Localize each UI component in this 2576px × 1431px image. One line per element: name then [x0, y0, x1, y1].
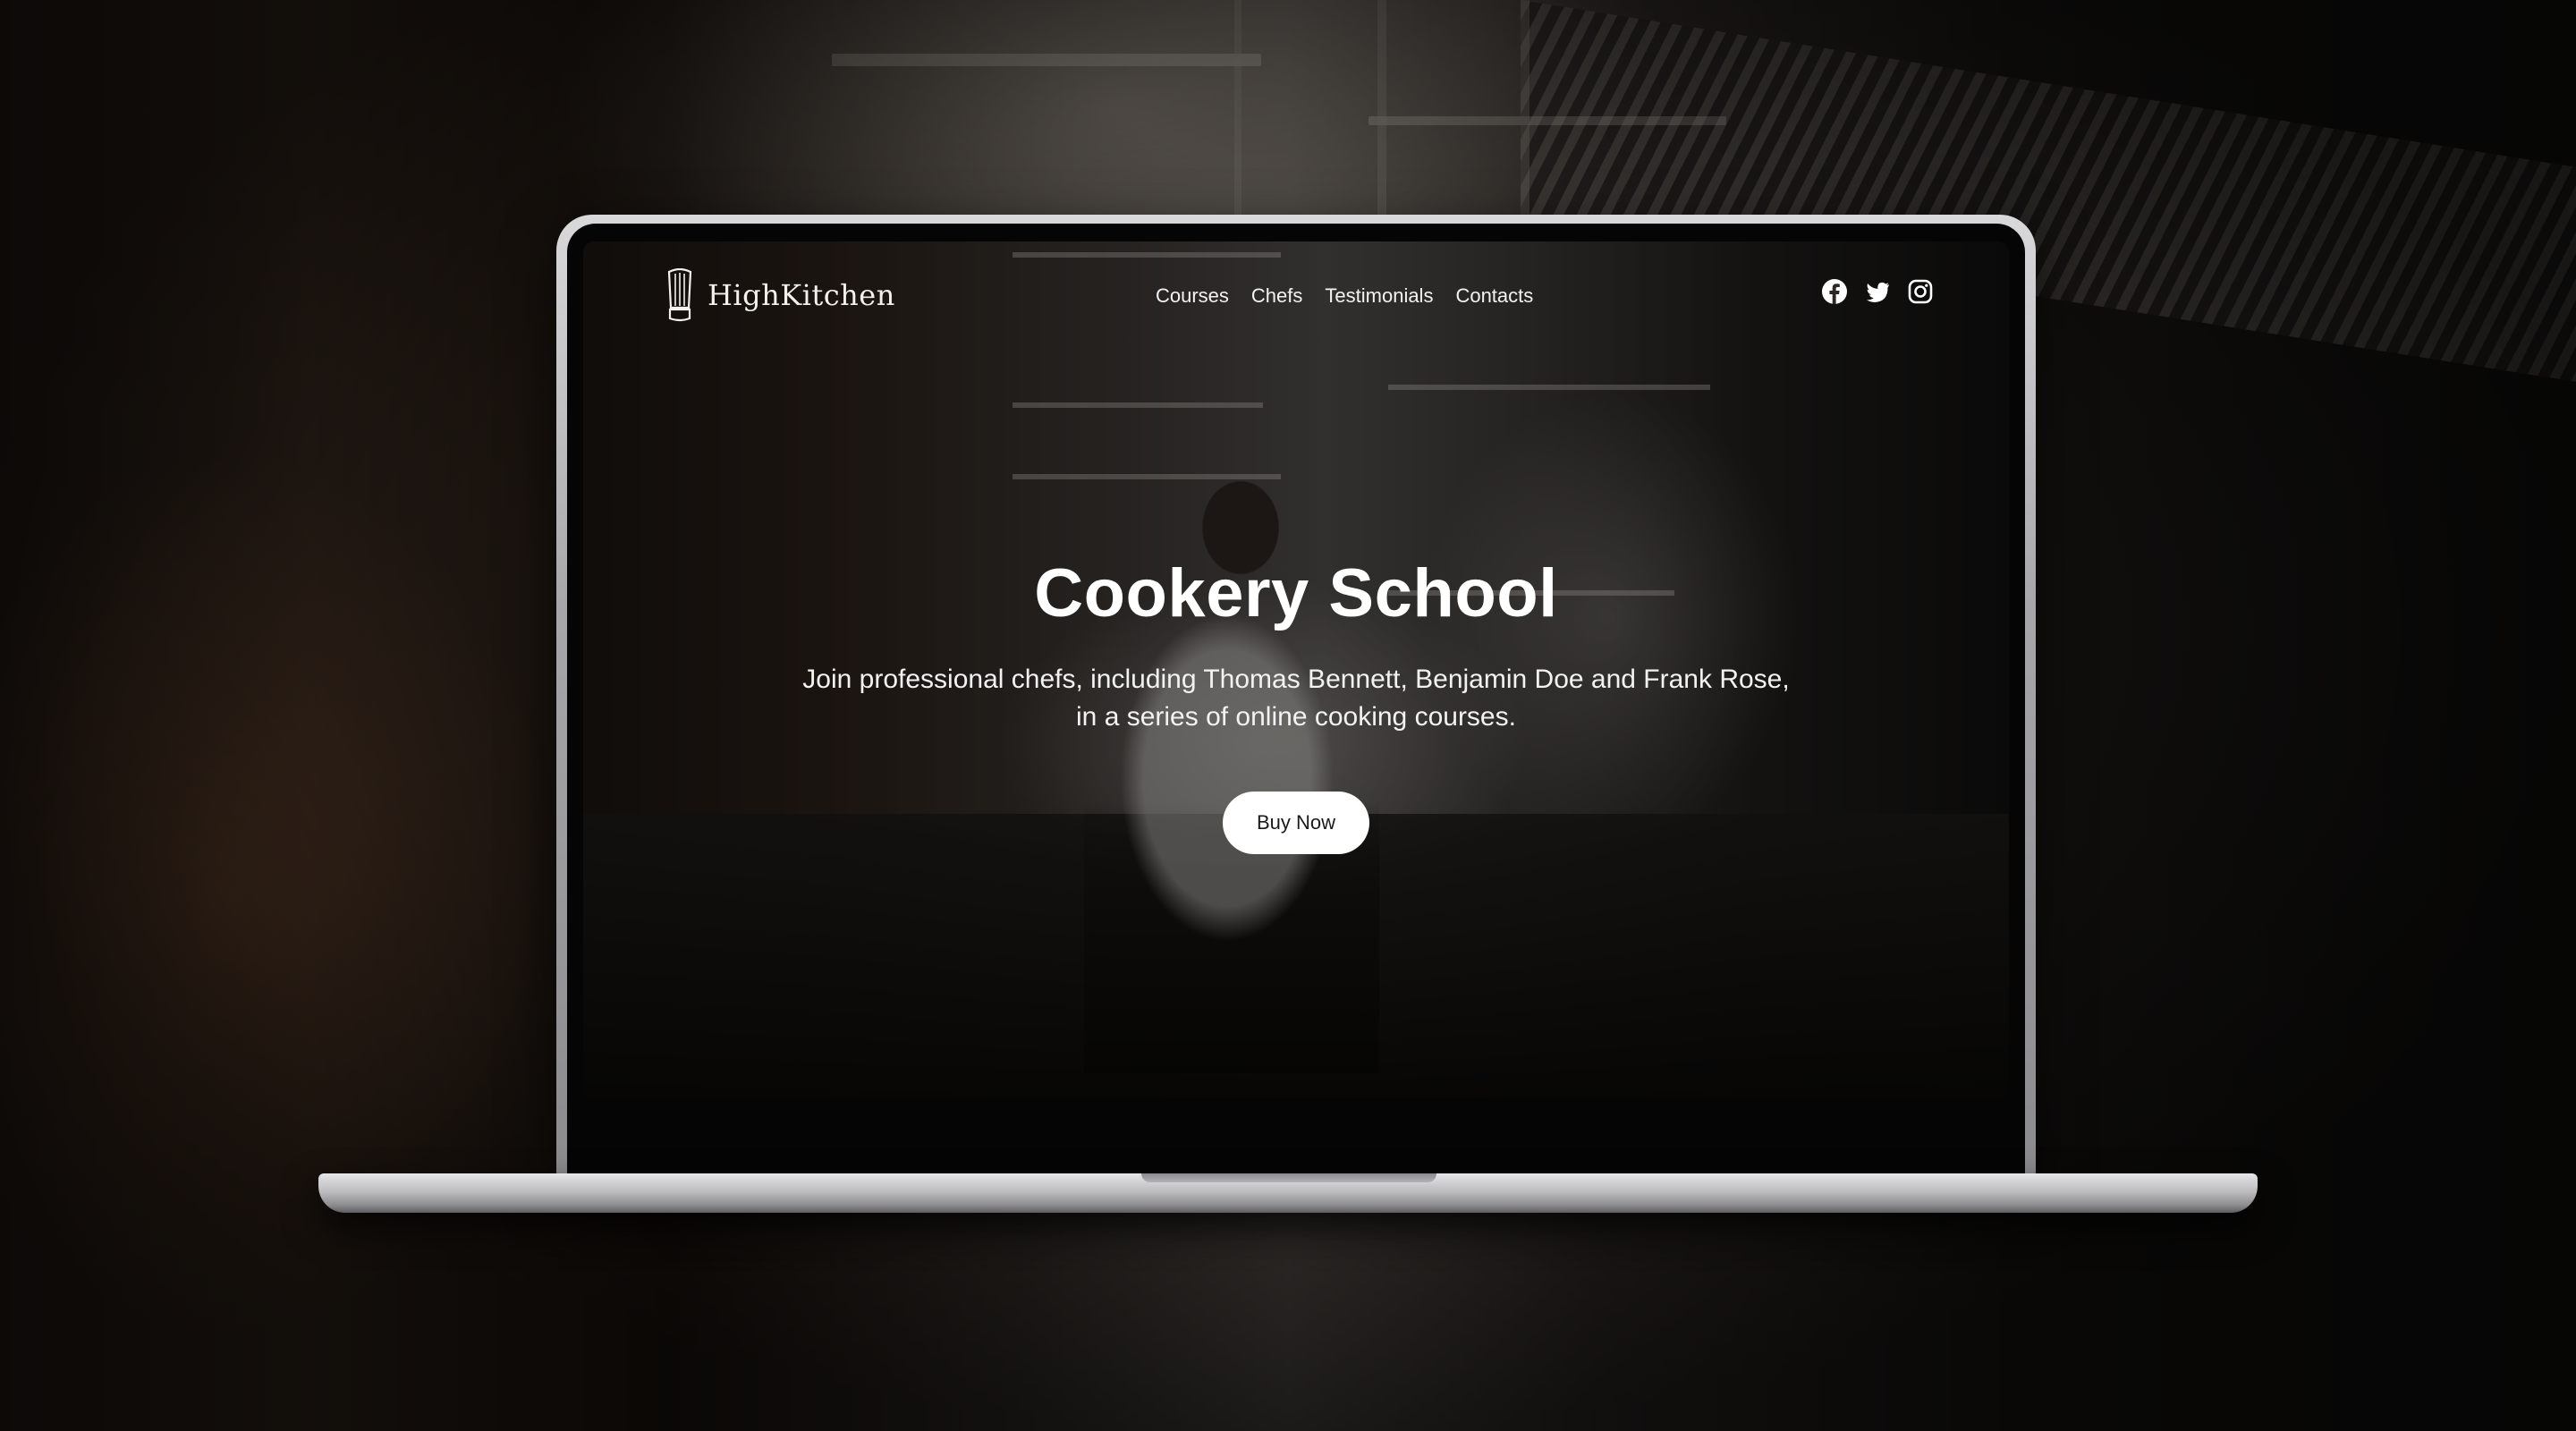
twitter-icon[interactable]	[1864, 278, 1891, 305]
chef-hat-icon	[667, 268, 692, 322]
laptop-bezel: HighKitchen Courses Chefs Testimonials C…	[567, 224, 2025, 1179]
hero-title: Cookery School	[1034, 555, 1558, 631]
nav-item-testimonials[interactable]: Testimonials	[1325, 284, 1433, 308]
laptop-lid: HighKitchen Courses Chefs Testimonials C…	[556, 215, 2036, 1179]
nav-item-contacts[interactable]: Contacts	[1455, 284, 1533, 308]
facebook-icon[interactable]	[1821, 278, 1848, 305]
hero-section: Cookery School Join professional chefs, …	[583, 555, 2009, 854]
main-nav: Courses Chefs Testimonials Contacts	[1156, 284, 1533, 308]
hero-description-line: in a series of online cooking courses.	[1076, 702, 1516, 732]
laptop-base	[318, 1173, 2258, 1213]
laptop-notch	[1141, 1173, 1436, 1182]
social-links	[1821, 278, 1934, 305]
instagram-icon[interactable]	[1907, 278, 1934, 305]
nav-item-courses[interactable]: Courses	[1156, 284, 1229, 308]
hero-description-line: Join professional chefs, including Thoma…	[802, 665, 1790, 694]
logo[interactable]: HighKitchen	[665, 268, 895, 322]
website-screen: HighKitchen Courses Chefs Testimonials C…	[583, 241, 2009, 1098]
site-header: HighKitchen Courses Chefs Testimonials C…	[583, 241, 2009, 349]
mockup-background: HighKitchen Courses Chefs Testimonials C…	[0, 0, 2576, 1431]
buy-now-button[interactable]: Buy Now	[1222, 792, 1370, 854]
logo-text: HighKitchen	[708, 278, 895, 312]
hero-description: Join professional chefs, including Thoma…	[759, 661, 1833, 736]
nav-item-chefs[interactable]: Chefs	[1251, 284, 1302, 308]
